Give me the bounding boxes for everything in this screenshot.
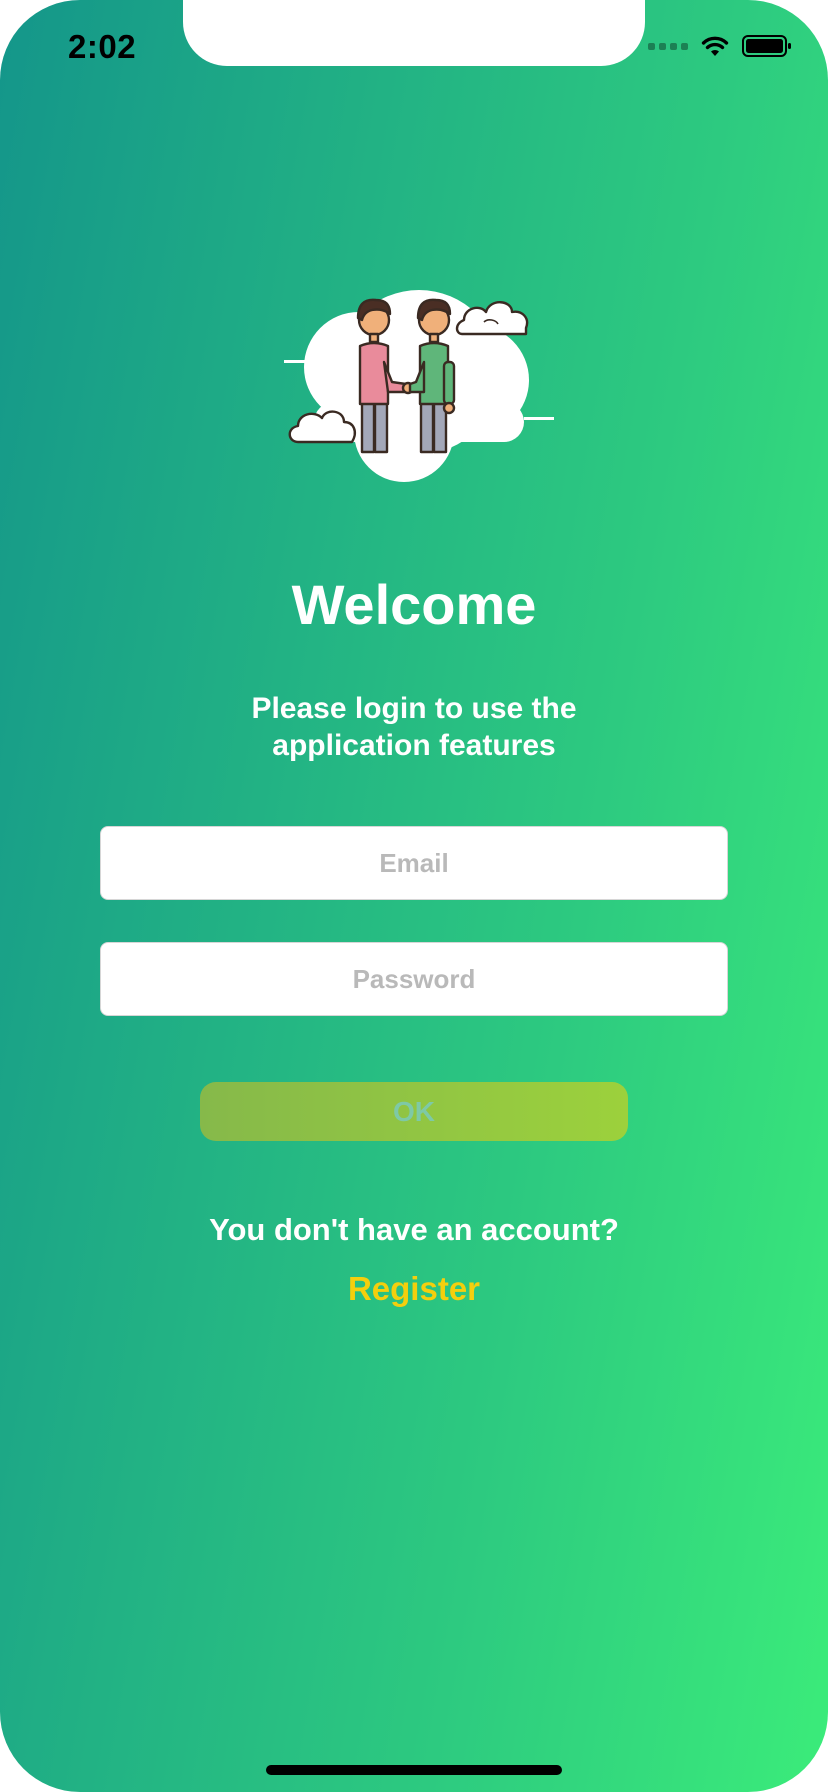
wifi-icon bbox=[701, 36, 729, 56]
device-notch bbox=[183, 0, 645, 66]
handshake-illustration bbox=[284, 290, 554, 482]
cellular-signal-icon bbox=[648, 42, 688, 50]
no-account-text: You don't have an account? bbox=[209, 1212, 619, 1247]
welcome-title: Welcome bbox=[291, 573, 537, 636]
home-indicator[interactable] bbox=[266, 1765, 562, 1775]
ok-button[interactable]: OK bbox=[200, 1082, 628, 1141]
login-screen: 2:02 Welcome Please login to use the app… bbox=[0, 0, 828, 1792]
password-field[interactable] bbox=[100, 942, 728, 1016]
status-time: 2:02 bbox=[68, 28, 137, 65]
email-field[interactable] bbox=[100, 826, 728, 900]
status-icons bbox=[648, 34, 792, 58]
register-link[interactable]: Register bbox=[0, 1270, 828, 1308]
battery-icon bbox=[742, 35, 791, 57]
login-subtitle: Please login to use the application feat… bbox=[251, 692, 577, 762]
